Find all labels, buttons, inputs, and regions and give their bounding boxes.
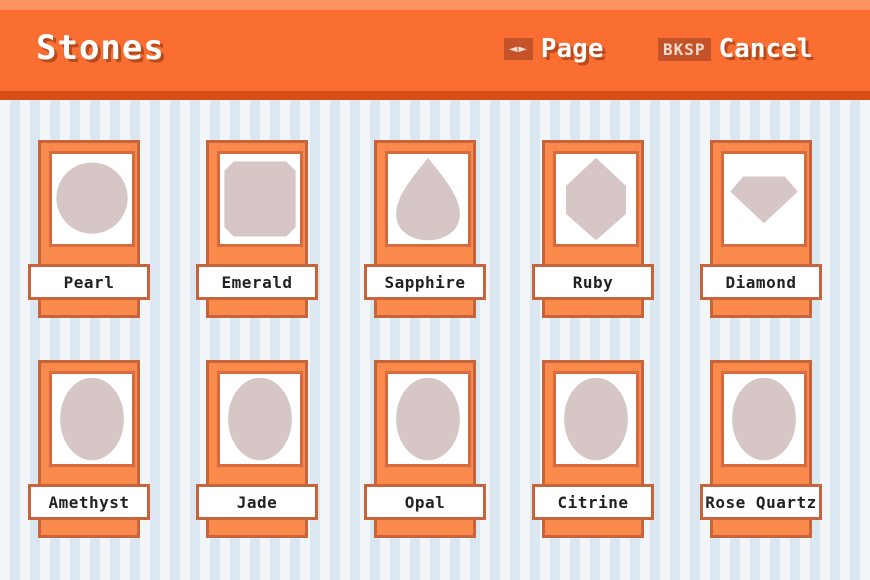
gem-circle-icon xyxy=(56,162,128,234)
gem-teardrop-icon xyxy=(396,157,460,241)
stone-label: Opal xyxy=(364,484,486,520)
card-foot xyxy=(374,300,476,318)
stone-card-emerald[interactable]: Emerald xyxy=(196,140,318,318)
card-foot xyxy=(206,520,308,538)
stone-label: Emerald xyxy=(196,264,318,300)
page-title: Stones xyxy=(36,28,165,68)
gem-oval-icon xyxy=(564,377,628,461)
stone-label: Citrine xyxy=(532,484,654,520)
stone-card-ruby[interactable]: Ruby xyxy=(532,140,654,318)
gem-oval-icon xyxy=(60,377,124,461)
stone-card-sapphire[interactable]: Sapphire xyxy=(364,140,486,318)
card-foot xyxy=(374,520,476,538)
backspace-key-icon: BKSP xyxy=(658,37,711,61)
stone-card-opal[interactable]: Opal xyxy=(364,360,486,538)
gem-diamond-icon xyxy=(730,176,798,224)
gem-oval-icon xyxy=(732,377,796,461)
stone-label: Sapphire xyxy=(364,264,486,300)
stone-label: Diamond xyxy=(700,264,822,300)
card-foot xyxy=(38,520,140,538)
stone-card-jade[interactable]: Jade xyxy=(196,360,318,538)
card-foot xyxy=(38,300,140,318)
gem-oval-icon xyxy=(228,377,292,461)
stone-label: Jade xyxy=(196,484,318,520)
stone-card-rose-quartz[interactable]: Rose Quartz xyxy=(700,360,822,538)
stone-card-amethyst[interactable]: Amethyst xyxy=(28,360,150,538)
stone-label: Amethyst xyxy=(28,484,150,520)
stone-label: Rose Quartz xyxy=(700,484,822,520)
card-foot xyxy=(206,300,308,318)
stone-card-pearl[interactable]: Pearl xyxy=(28,140,150,318)
stone-card-diamond[interactable]: Diamond xyxy=(700,140,822,318)
stone-label: Pearl xyxy=(28,264,150,300)
stone-card-citrine[interactable]: Citrine xyxy=(532,360,654,538)
arrow-keys-icon: ◄► xyxy=(504,38,533,60)
card-foot xyxy=(710,520,812,538)
cancel-hint[interactable]: BKSP Cancel xyxy=(658,34,812,64)
stone-label: Ruby xyxy=(532,264,654,300)
header-bar: Stones ◄► Page BKSP Cancel xyxy=(0,0,870,100)
gem-octagon-icon xyxy=(224,161,296,237)
gem-hexagon-icon xyxy=(566,157,626,241)
card-foot xyxy=(542,300,644,318)
gem-oval-icon xyxy=(396,377,460,461)
card-foot xyxy=(542,520,644,538)
cancel-hint-label: Cancel xyxy=(718,34,813,64)
card-foot xyxy=(710,300,812,318)
page-hint[interactable]: ◄► Page xyxy=(504,34,603,64)
page-hint-label: Page xyxy=(540,34,604,64)
